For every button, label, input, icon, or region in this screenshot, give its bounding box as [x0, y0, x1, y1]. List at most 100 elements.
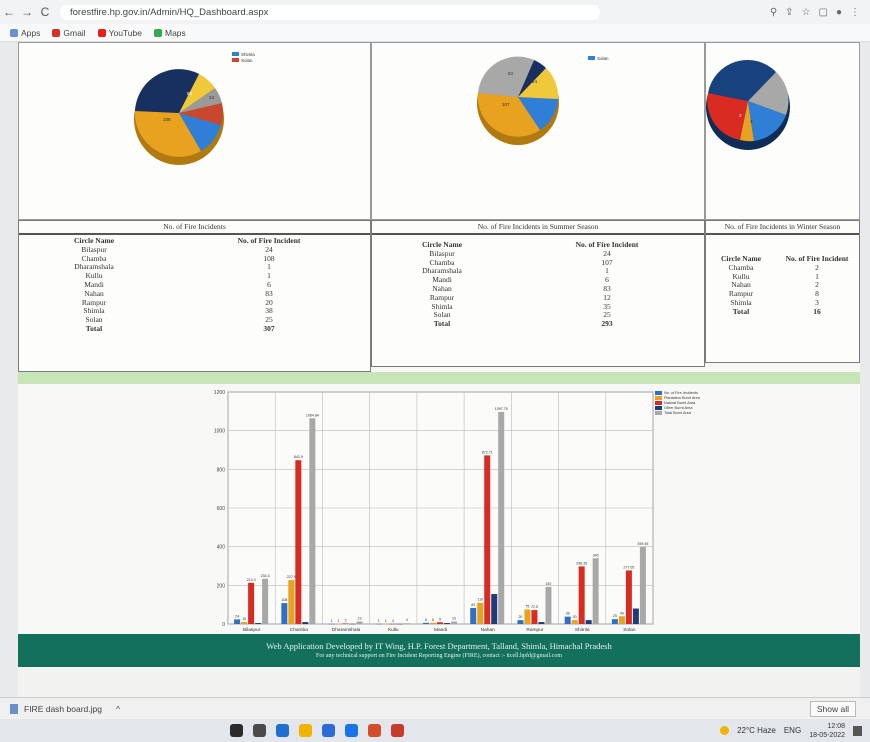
language-indicator[interactable]: ENG — [784, 726, 801, 735]
bar — [578, 566, 585, 624]
pie-chart-winter: 3 3 — [706, 59, 790, 150]
edge-icon[interactable] — [276, 724, 289, 737]
y-tick-label: 200 — [217, 583, 226, 589]
x-tick-label: Solan — [623, 627, 636, 633]
bar — [484, 455, 491, 624]
clock-date[interactable]: 18-05-2022 — [809, 731, 845, 740]
bar-data-label: 340 — [593, 553, 599, 557]
bar — [632, 608, 639, 624]
table-row: Nahan 83 — [19, 289, 370, 299]
profile-icon[interactable]: ● — [836, 7, 842, 18]
bookmark-youtube[interactable]: YouTube — [97, 28, 142, 38]
bookmark-apps[interactable]: Apps — [10, 28, 40, 38]
menu-icon[interactable]: ⋮ — [850, 7, 860, 18]
mail-icon[interactable] — [345, 724, 358, 737]
start-icon[interactable] — [230, 724, 243, 737]
store-icon[interactable] — [322, 724, 335, 737]
search-icon[interactable] — [253, 724, 266, 737]
cell-circle-name: Total — [732, 306, 750, 316]
file-icon — [10, 703, 18, 714]
show-all-button[interactable]: Show all — [809, 700, 856, 717]
legend-label: Total Burnt Area — [664, 410, 692, 415]
x-tick-label: Mandi — [434, 627, 447, 633]
bar-data-label: 213.3 — [247, 578, 256, 582]
chrome-icon[interactable] — [368, 724, 381, 737]
weather-icon — [720, 726, 730, 735]
bar — [491, 594, 498, 624]
forward-icon[interactable]: → — [18, 5, 36, 19]
x-tick-label: Dharamshala — [332, 627, 361, 633]
bar-data-label: 842.9 — [294, 455, 303, 459]
table-row: Chamba 2 — [706, 263, 859, 273]
bar — [451, 621, 457, 624]
weather-text[interactable]: 22°C Haze — [737, 726, 776, 735]
table3-title: No. of Fire Incidents in Winter Season — [706, 221, 859, 235]
back-icon[interactable]: ← — [0, 5, 18, 19]
pie1-label-b: 83 — [187, 91, 193, 96]
bookmark-star-icon[interactable]: ☆ — [802, 7, 811, 18]
table-row: Bilaspur 24 — [19, 245, 370, 255]
x-tick-label: Bilaspur — [243, 627, 261, 633]
bar — [524, 609, 531, 624]
bar — [571, 620, 578, 624]
bar-data-label: 1 — [331, 619, 333, 623]
folder-icon[interactable] — [299, 724, 312, 737]
table-row: Chamba 108 — [19, 254, 370, 264]
cell-circle-name: Total — [85, 323, 103, 333]
bar — [592, 558, 599, 624]
extensions-icon[interactable]: ▢ — [819, 7, 828, 18]
table-row: Dharamshala 1 — [19, 263, 370, 272]
reload-icon[interactable]: C — [36, 5, 54, 19]
bar-chart-burnt-area: 0 200 400 600 800 1000 1200 2410 213.3 234.3 Bilas… — [214, 390, 654, 633]
table-row: Total 307 — [19, 323, 370, 334]
table-row: Total 293 — [372, 319, 704, 329]
download-file[interactable]: FIRE dash board.jpg — [24, 704, 102, 714]
bar-data-label: 872.71 — [482, 450, 493, 454]
pie1-label-a: 108 — [163, 117, 171, 122]
bar — [262, 578, 269, 624]
bar-data-label: 4 — [392, 619, 394, 623]
app-icon[interactable] — [391, 724, 404, 737]
legend-swatch — [655, 395, 662, 400]
bar-data-label: 38 — [566, 612, 570, 616]
bar — [423, 622, 429, 624]
x-tick-label: Shimla — [575, 627, 590, 633]
bar — [470, 607, 477, 624]
bar — [309, 418, 316, 624]
y-tick-label: 600 — [217, 506, 226, 512]
chevron-up-icon[interactable]: ^ — [116, 704, 120, 714]
apps-grid-icon — [10, 28, 18, 37]
table-row: Solan 25 — [19, 315, 370, 325]
table3-body: Chamba 2 Kullu 1 Nahan 2 Rampur 8 Shimla 3 Total 16 — [706, 263, 859, 317]
table-winter-incidents: No. of Fire Incidents in Winter Season C… — [705, 220, 860, 363]
y-tick-label: 400 — [217, 545, 226, 551]
zoom-icon[interactable]: ⚲ — [770, 7, 777, 18]
x-tick-label: Nahan — [481, 627, 495, 633]
bar — [356, 621, 363, 624]
share-icon[interactable]: ⇪ — [785, 7, 793, 18]
bookmark-maps[interactable]: Maps — [153, 28, 186, 38]
clock-time[interactable]: 12:08 — [809, 722, 845, 731]
legend-label: Other Burnt Area — [664, 405, 693, 410]
table-row: Shimla 3 — [706, 298, 859, 308]
pie2-label-a: 107 — [502, 102, 510, 107]
table-row: Kullu 1 — [706, 272, 859, 282]
table-row: Rampur 8 — [706, 289, 859, 299]
legend-swatch — [655, 405, 662, 410]
cell-incident-count: 293 — [601, 319, 613, 329]
cell-circle-name: Total — [433, 319, 451, 329]
pie-panel-summer: 107 83 24 Solan — [371, 42, 705, 220]
x-tick-label: Chamba — [290, 627, 308, 633]
notification-icon[interactable] — [853, 725, 862, 736]
table-row: Bilaspur 24 — [372, 249, 704, 259]
bar-data-label: 108 — [281, 598, 287, 602]
bar — [545, 586, 552, 624]
bookmark-gmail[interactable]: Gmail — [52, 28, 86, 38]
legend-label: No. of Fire Incidents — [664, 390, 698, 395]
address-bar[interactable]: forestfire.hp.gov.in/Admin/HQ_Dashboard.… — [60, 4, 600, 20]
bar-data-label: 110 — [477, 598, 483, 602]
bar — [295, 460, 302, 624]
bar-data-label: 234.3 — [261, 574, 270, 578]
bar — [335, 623, 342, 625]
bar — [375, 623, 382, 625]
